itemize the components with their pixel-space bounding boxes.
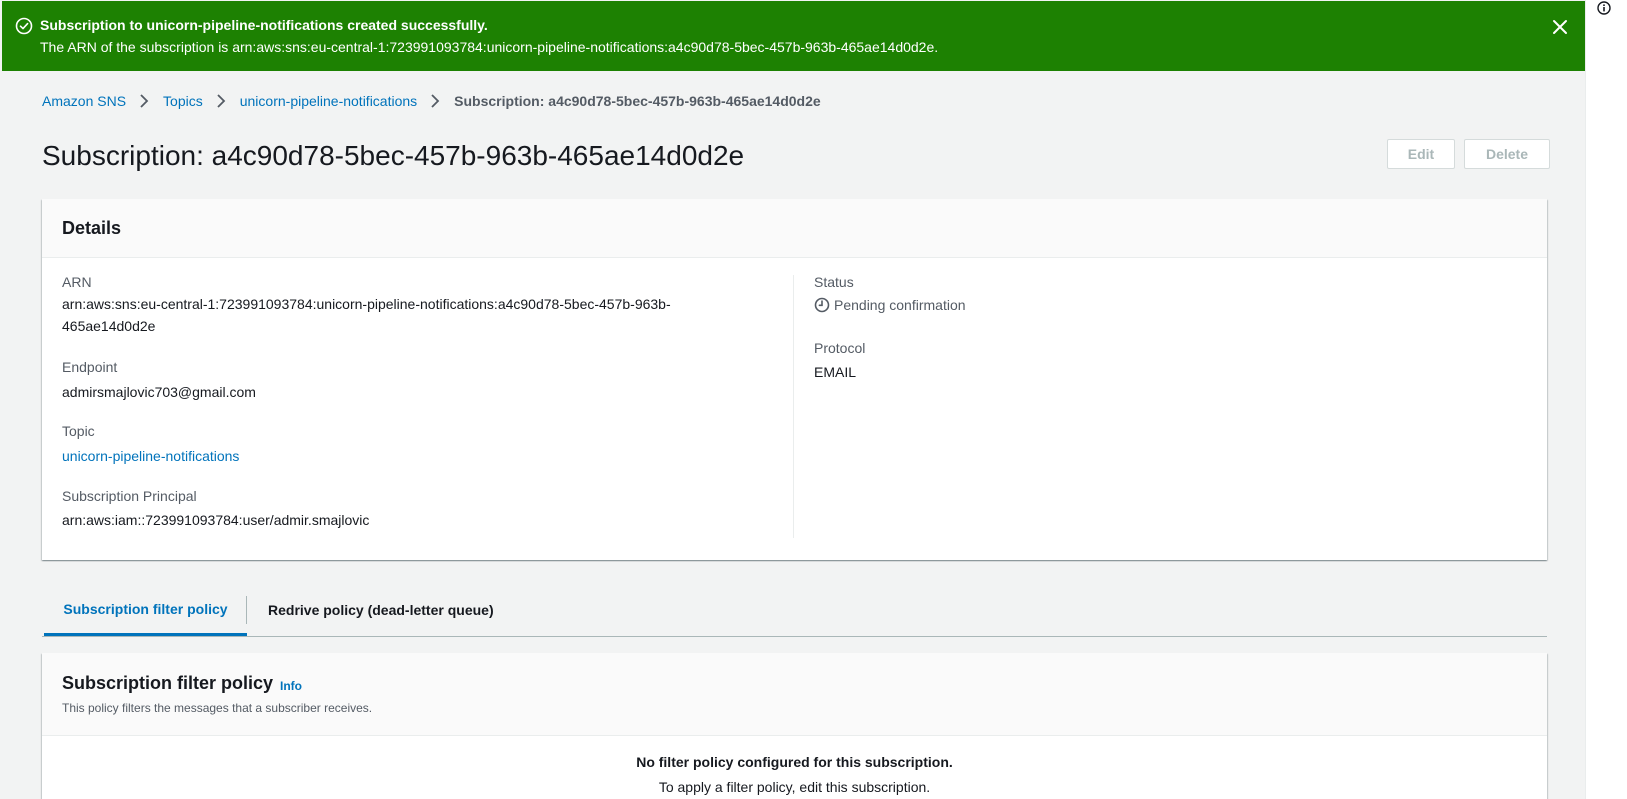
- info-link[interactable]: Info: [280, 679, 302, 693]
- status-value: Pending confirmation: [814, 297, 966, 313]
- chevron-right-icon: [431, 94, 440, 108]
- status-label: Status: [814, 274, 854, 290]
- tab-redrive-policy[interactable]: Redrive policy (dead-letter queue): [246, 596, 494, 624]
- chevron-right-icon: [217, 94, 226, 108]
- info-icon[interactable]: [1597, 1, 1611, 15]
- status-text: Pending confirmation: [834, 297, 966, 313]
- filter-policy-header: Subscription filter policy Info This pol…: [42, 653, 1547, 736]
- right-rail: [1585, 0, 1627, 799]
- filter-policy-description: This policy filters the messages that a …: [62, 701, 373, 715]
- breadcrumb-amazon-sns[interactable]: Amazon SNS: [42, 93, 126, 109]
- protocol-value: EMAIL: [814, 364, 857, 380]
- close-icon[interactable]: [1550, 17, 1570, 37]
- arn-value-line2: 465ae14d0d2e: [62, 318, 156, 334]
- principal-label: Subscription Principal: [62, 488, 197, 504]
- arn-value: arn:aws:sns:eu-central-1:723991093784:un…: [62, 293, 671, 337]
- topic-link[interactable]: unicorn-pipeline-notifications: [62, 445, 239, 467]
- endpoint-label: Endpoint: [62, 359, 118, 375]
- filter-policy-heading: Subscription filter policy: [62, 673, 274, 693]
- arn-label: ARN: [62, 274, 92, 290]
- principal-value: arn:aws:iam::723991093784:user/admir.sma…: [62, 512, 370, 528]
- flash-message: The ARN of the subscription is arn:aws:s…: [40, 39, 939, 55]
- success-flash-banner: Subscription to unicorn-pipeline-notific…: [2, 1, 1585, 71]
- details-header: Details: [42, 199, 1547, 258]
- delete-button[interactable]: Delete: [1464, 139, 1550, 169]
- chevron-right-icon: [140, 94, 149, 108]
- page-title: Subscription: a4c90d78-5bec-457b-963b-46…: [42, 140, 745, 171]
- breadcrumb: Amazon SNS Topics unicorn-pipeline-notif…: [42, 93, 821, 109]
- breadcrumb-topic-name[interactable]: unicorn-pipeline-notifications: [240, 93, 417, 109]
- column-divider: [793, 275, 794, 538]
- protocol-label: Protocol: [814, 340, 866, 356]
- filter-policy-container: Subscription filter policy Info This pol…: [42, 653, 1547, 799]
- topic-label: Topic: [62, 423, 95, 439]
- flash-title: Subscription to unicorn-pipeline-notific…: [40, 17, 488, 33]
- breadcrumb-current: Subscription: a4c90d78-5bec-457b-963b-46…: [454, 93, 821, 109]
- main-content: Subscription to unicorn-pipeline-notific…: [0, 0, 1585, 799]
- breadcrumb-topics[interactable]: Topics: [163, 93, 203, 109]
- details-heading: Details: [62, 218, 122, 238]
- edit-button[interactable]: Edit: [1387, 139, 1455, 169]
- empty-state-title: No filter policy configured for this sub…: [636, 754, 953, 770]
- details-container: Details ARN arn:aws:sns:eu-central-1:723…: [42, 199, 1547, 560]
- arn-value-line1: arn:aws:sns:eu-central-1:723991093784:un…: [62, 296, 671, 312]
- empty-state-description: To apply a filter policy, edit this subs…: [658, 779, 931, 795]
- endpoint-value: admirsmajlovic703@gmail.com: [62, 384, 256, 400]
- tab-subscription-filter-policy[interactable]: Subscription filter policy: [44, 584, 247, 636]
- clock-icon: [814, 297, 830, 313]
- check-circle-icon: [15, 17, 33, 35]
- tab-bar: Subscription filter policy Redrive polic…: [42, 584, 1547, 637]
